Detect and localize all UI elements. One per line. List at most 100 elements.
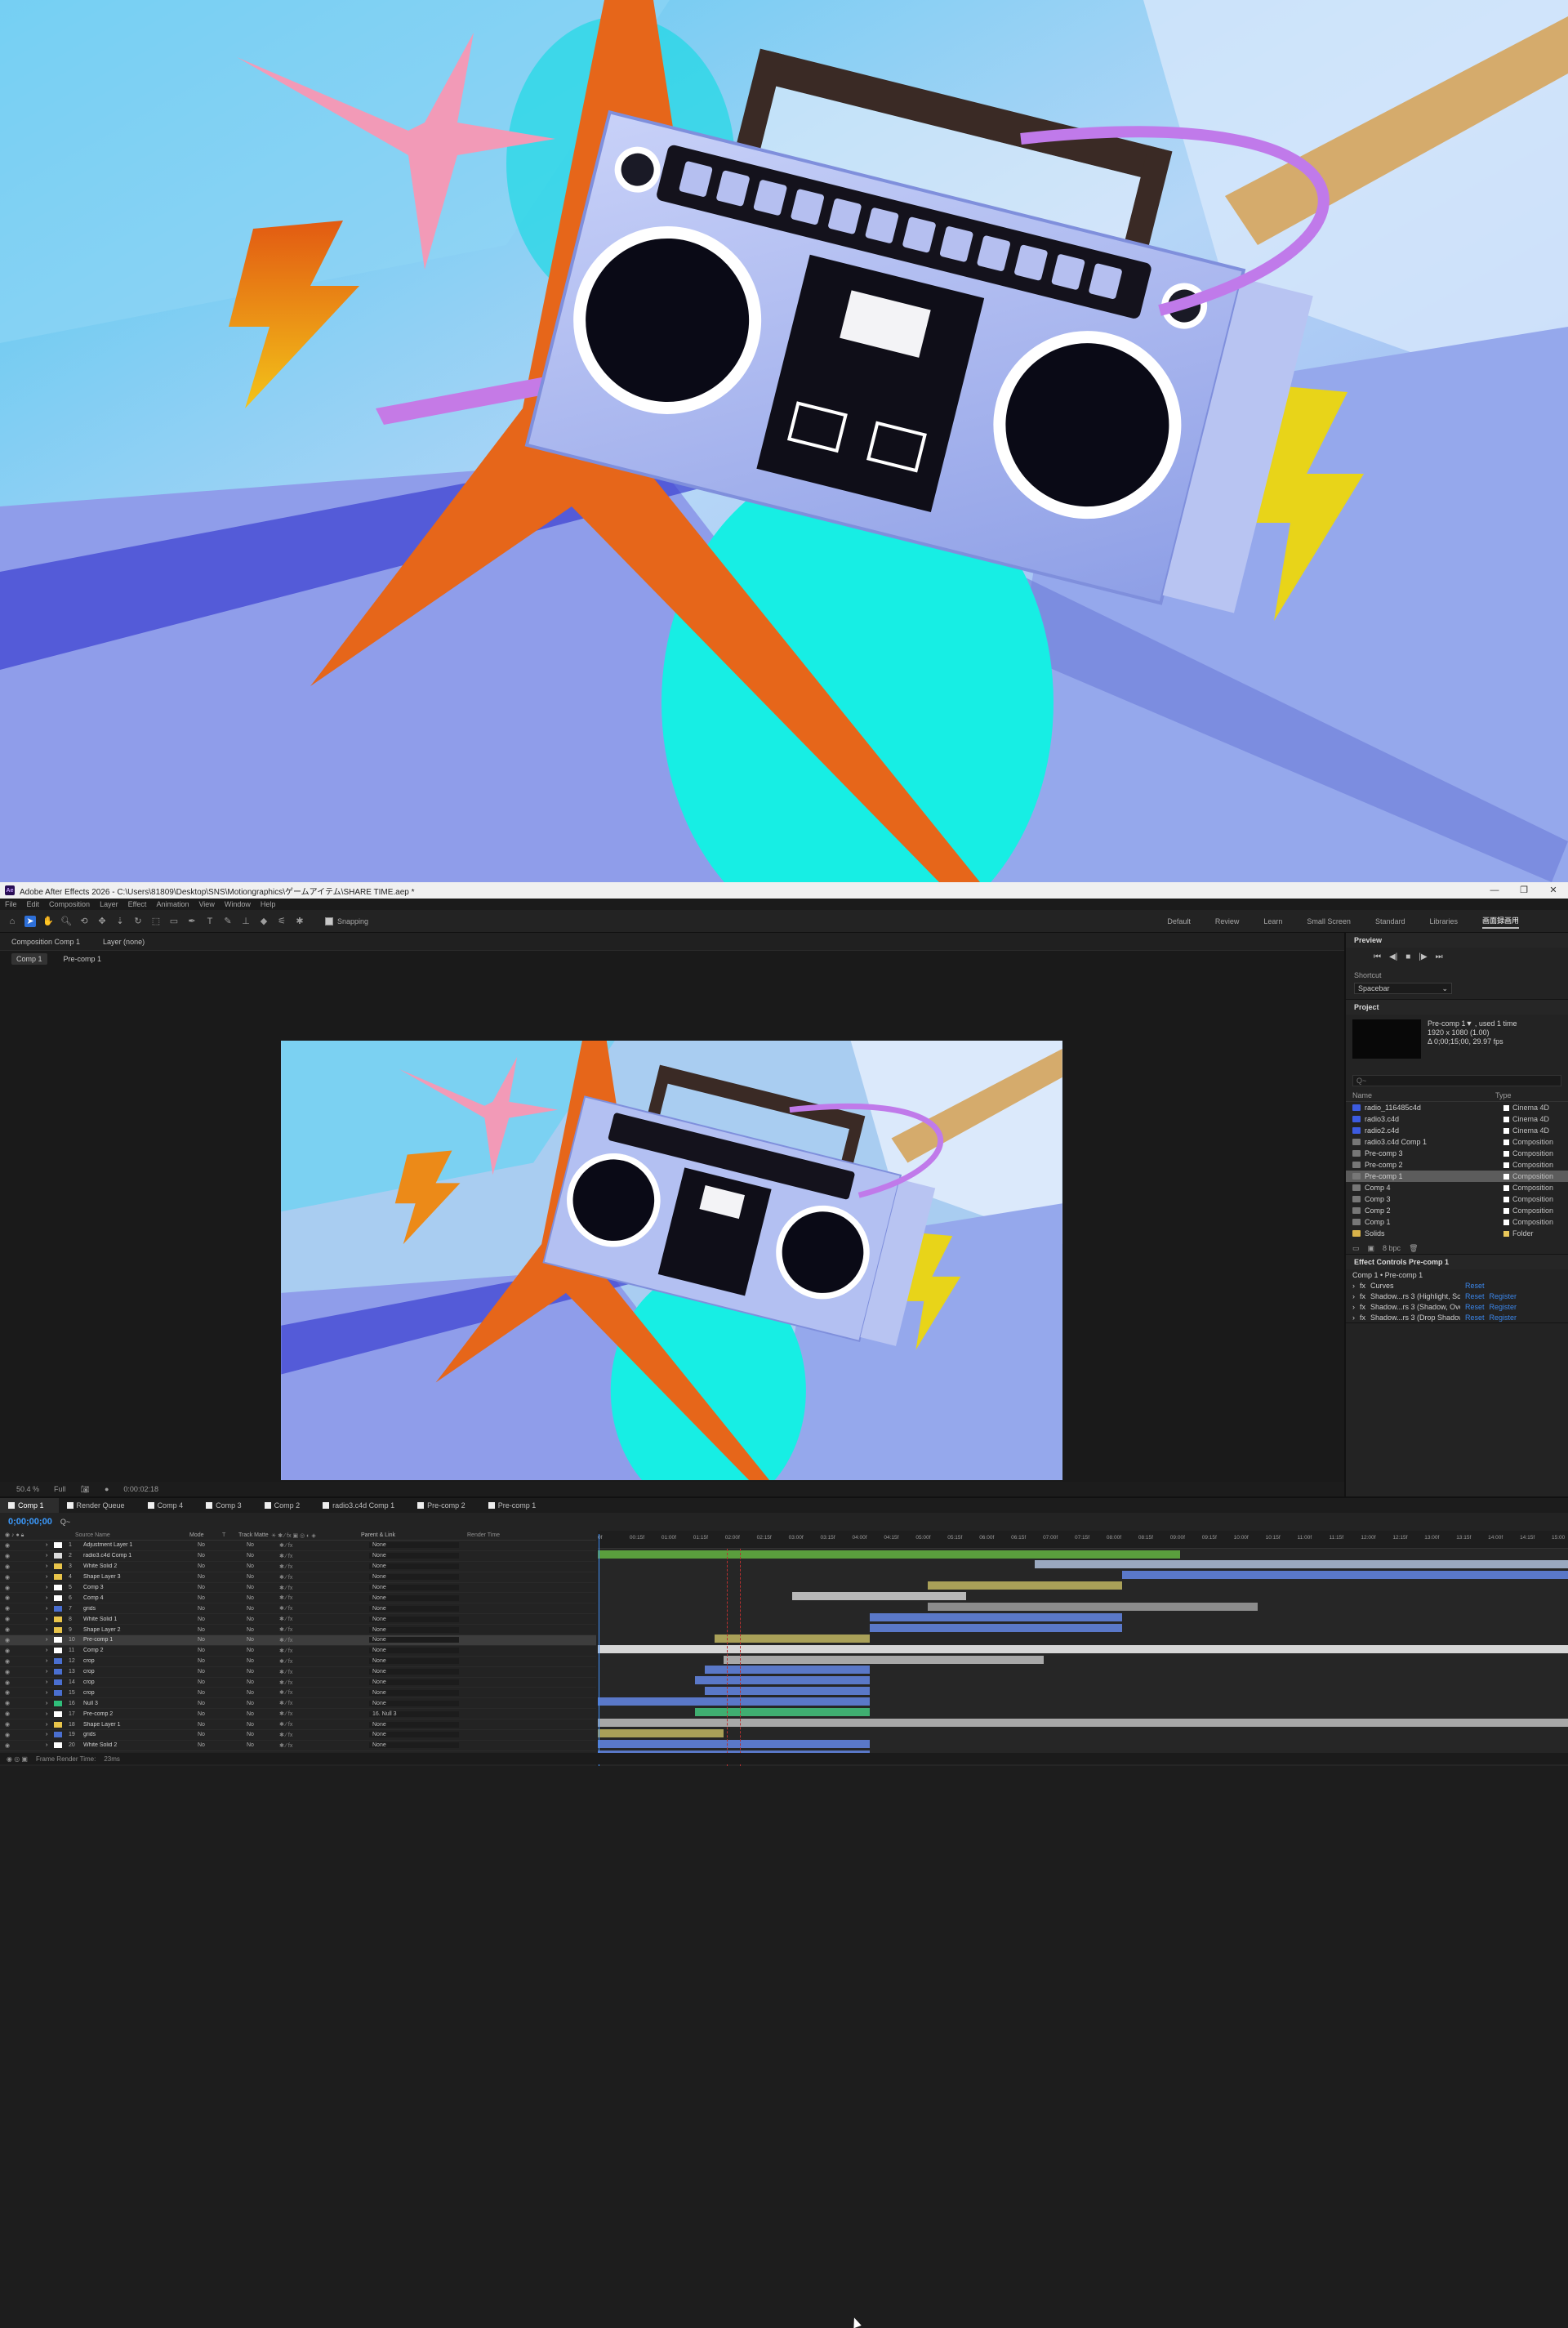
next-frame-button[interactable]: |▶ xyxy=(1419,952,1427,961)
layer-name[interactable]: White Solid 1 xyxy=(83,1617,198,1622)
project-search-input[interactable]: Q~ xyxy=(1352,1075,1561,1086)
layer-mode[interactable]: No xyxy=(198,1732,230,1737)
eye-icon[interactable]: ◉ xyxy=(0,1700,46,1706)
layer-bar[interactable] xyxy=(598,1739,870,1748)
timeline-timecode[interactable]: 0;00;00;00 xyxy=(8,1517,52,1527)
effect-register-link[interactable]: Register xyxy=(1490,1313,1517,1322)
brush-tool-icon[interactable]: ✎ xyxy=(222,916,234,927)
layer-name[interactable]: grids xyxy=(83,1606,198,1612)
timeline-tab[interactable]: Comp 2 xyxy=(256,1498,315,1513)
minimize-button[interactable]: — xyxy=(1480,882,1509,899)
eye-icon[interactable]: ◉ xyxy=(0,1689,46,1696)
layer-mode[interactable]: No xyxy=(198,1627,230,1633)
track-matte[interactable]: No xyxy=(247,1658,279,1664)
effect-reset-link[interactable]: Reset xyxy=(1465,1313,1485,1322)
layer-row[interactable]: ◉ › 13 crop No No ✱ ⁄ fx None xyxy=(0,1667,596,1678)
layer-row[interactable]: ◉ › 9 Shape Layer 2 No No ✱ ⁄ fx None xyxy=(0,1625,596,1636)
layer-row[interactable]: ◉ › 8 White Solid 1 No No ✱ ⁄ fx None xyxy=(0,1614,596,1626)
eye-icon[interactable]: ◉ xyxy=(0,1658,46,1665)
layer-row[interactable]: ◉ › 4 Shape Layer 3 No No ✱ ⁄ fx None xyxy=(0,1572,596,1583)
expand-arrow-icon[interactable]: › xyxy=(1352,1282,1355,1290)
pan-behind-tool-icon[interactable]: ⬚ xyxy=(150,916,162,927)
track-matte[interactable]: No xyxy=(247,1637,279,1643)
eye-icon[interactable]: ◉ xyxy=(0,1605,46,1612)
layer-switches[interactable]: ✱ ⁄ fx xyxy=(279,1700,369,1706)
eye-icon[interactable]: ◉ xyxy=(0,1679,46,1686)
layer-mode[interactable]: No xyxy=(198,1679,230,1685)
effect-row[interactable]: › fx Shadow...rs 3 (Drop Shadow) Reset Regis… xyxy=(1346,1312,1568,1322)
col-name[interactable]: Name xyxy=(1352,1091,1495,1099)
workspace-libraries[interactable]: Libraries xyxy=(1429,917,1458,925)
effect-register-link[interactable]: Register xyxy=(1490,1303,1517,1311)
layer-name[interactable]: Pre-comp 1 xyxy=(83,1637,198,1643)
workspace-small-screen[interactable]: Small Screen xyxy=(1307,917,1351,925)
first-frame-button[interactable]: ⏮ xyxy=(1374,952,1381,961)
layer-name[interactable]: crop xyxy=(83,1690,198,1696)
expand-arrow-icon[interactable]: › xyxy=(46,1574,54,1580)
layer-search-input[interactable]: Q~ xyxy=(60,1518,70,1526)
timeline-tab[interactable]: Comp 1 xyxy=(0,1498,59,1513)
orbit-tool-icon[interactable]: ⟲ xyxy=(78,916,90,927)
label-color-swatch[interactable] xyxy=(54,1700,62,1706)
new-folder-icon[interactable]: ▭ xyxy=(1352,1244,1360,1253)
layer-switches[interactable]: ✱ ⁄ fx xyxy=(279,1542,369,1549)
layer-switches[interactable]: ✱ ⁄ fx xyxy=(279,1721,369,1728)
timeline-tab[interactable]: Comp 3 xyxy=(198,1498,256,1513)
expand-arrow-icon[interactable]: › xyxy=(1352,1303,1355,1311)
timeline-tab[interactable]: radio3.c4d Comp 1 xyxy=(314,1498,409,1513)
expand-arrow-icon[interactable]: › xyxy=(1352,1292,1355,1300)
track-matte[interactable]: No xyxy=(247,1617,279,1622)
expand-arrow-icon[interactable]: › xyxy=(46,1648,54,1653)
expand-arrow-icon[interactable]: › xyxy=(46,1606,54,1612)
time-ruler[interactable]: 0f 00:15f 01:00f 01:15f 02:00f 02:15f 03:00f 03… xyxy=(598,1531,1568,1549)
eraser-tool-icon[interactable]: ◆ xyxy=(258,916,270,927)
label-color-swatch[interactable] xyxy=(54,1605,62,1612)
fx-icon[interactable]: fx xyxy=(1360,1282,1365,1290)
rotate-tool-icon[interactable]: ↻ xyxy=(132,916,144,927)
track-matte[interactable]: No xyxy=(247,1722,279,1728)
eye-icon[interactable]: ◉ xyxy=(0,1721,46,1728)
layer-bar[interactable] xyxy=(791,1592,967,1601)
eye-icon[interactable]: ◉ xyxy=(0,1626,46,1633)
menu-composition[interactable]: Composition xyxy=(49,900,90,908)
layer-name[interactable]: crop xyxy=(83,1658,198,1664)
eye-icon[interactable]: ◉ xyxy=(0,1637,46,1643)
layer-bar[interactable] xyxy=(598,1718,1568,1727)
layer-mode[interactable]: No xyxy=(198,1585,230,1590)
layer-mode[interactable]: No xyxy=(198,1542,230,1548)
layer-mode[interactable]: No xyxy=(198,1648,230,1653)
parent-select[interactable]: None xyxy=(369,1605,475,1612)
project-item[interactable]: radio2.c4d Cinema 4D xyxy=(1346,1125,1568,1136)
layer-switches[interactable]: ✱ ⁄ fx xyxy=(279,1616,369,1622)
label-color-swatch[interactable] xyxy=(54,1732,62,1738)
close-button[interactable]: ✕ xyxy=(1539,882,1568,899)
parent-select[interactable]: None xyxy=(369,1669,475,1675)
label-color-swatch[interactable] xyxy=(54,1616,62,1622)
layer-mode[interactable]: No xyxy=(198,1595,230,1601)
tab-layer[interactable]: Layer (none) xyxy=(103,938,145,946)
timeline-tab[interactable]: Pre-comp 1 xyxy=(480,1498,551,1513)
label-color-swatch[interactable] xyxy=(54,1637,62,1643)
layer-row[interactable]: ◉ › 3 White Solid 2 No No ✱ ⁄ fx None xyxy=(0,1562,596,1572)
timeline-tab[interactable]: Render Queue xyxy=(59,1498,140,1513)
parent-select[interactable]: None xyxy=(369,1626,475,1633)
layer-switches[interactable]: ✱ ⁄ fx xyxy=(279,1742,369,1749)
puppet-tool-icon[interactable]: ✱ xyxy=(294,916,305,927)
project-item[interactable]: Comp 3 Composition xyxy=(1346,1193,1568,1205)
layer-name[interactable]: Shape Layer 2 xyxy=(83,1627,198,1633)
layer-bar[interactable] xyxy=(598,1644,1568,1653)
label-color-swatch[interactable] xyxy=(54,1742,62,1749)
render-time-header[interactable]: Render Time xyxy=(467,1532,500,1538)
menu-animation[interactable]: Animation xyxy=(156,900,189,908)
label-color-swatch[interactable] xyxy=(54,1689,62,1696)
layer-mode[interactable]: No xyxy=(198,1553,230,1559)
bpc-label[interactable]: 8 bpc xyxy=(1383,1244,1401,1252)
layer-bar[interactable] xyxy=(1121,1571,1568,1580)
layer-name[interactable]: White Solid 2 xyxy=(83,1563,198,1569)
rectangle-tool-icon[interactable]: ▭ xyxy=(168,916,180,927)
layer-mode[interactable]: No xyxy=(198,1742,230,1748)
track-matte[interactable]: No xyxy=(247,1711,279,1717)
eye-icon[interactable]: ◉ xyxy=(0,1542,46,1549)
parent-select[interactable]: None xyxy=(369,1721,475,1728)
layer-name[interactable]: crop xyxy=(83,1669,198,1675)
